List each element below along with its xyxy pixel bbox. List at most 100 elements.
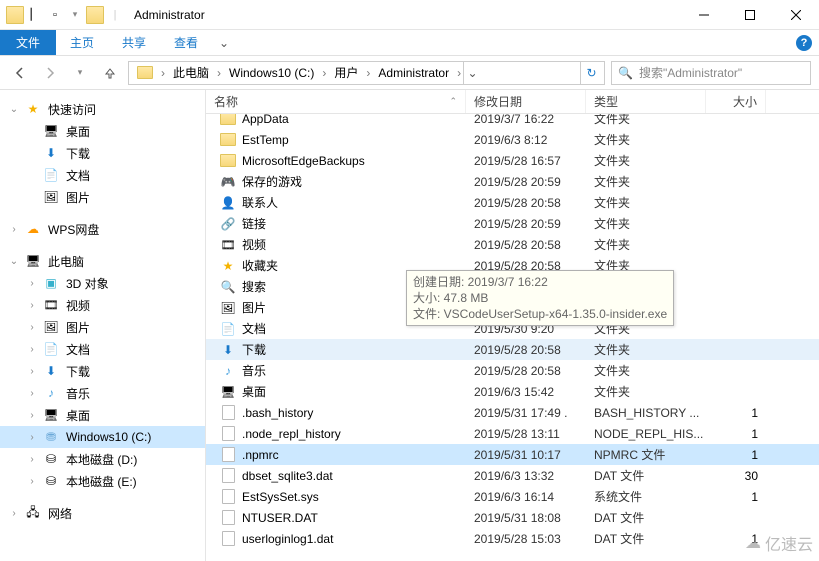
qat-chevron-down-icon[interactable]: ▾ xyxy=(66,6,84,24)
tree-videos[interactable]: ›🎞视频 xyxy=(0,294,205,316)
back-button[interactable] xyxy=(8,61,32,85)
navigation-tree[interactable]: ⌄★快速访问 🖥桌面 ⬇下载 📄文档 🖼图片 ›☁WPS网盘 ⌄🖥此电脑 ›▣3… xyxy=(0,90,206,561)
file-date: 2019/5/31 10:17 xyxy=(466,448,586,462)
file-row[interactable]: dbset_sqlite3.dat2019/6/3 13:32DAT 文件30 xyxy=(206,465,819,486)
recent-locations-button[interactable]: ▾ xyxy=(68,61,92,85)
refresh-button[interactable]: ↻ xyxy=(580,62,602,84)
saved-games-icon: 🎮 xyxy=(220,174,236,190)
file-row[interactable]: 🔗链接2019/5/28 20:59文件夹 xyxy=(206,213,819,234)
disk-icon: ⛃ xyxy=(42,430,60,444)
pictures-icon: 🖼 xyxy=(42,320,60,334)
desktop-icon: 🖥 xyxy=(42,124,60,138)
tree-documents[interactable]: 📄文档 xyxy=(0,164,205,186)
tree-quick-access[interactable]: ⌄★快速访问 xyxy=(0,98,205,120)
file-icon xyxy=(220,531,236,547)
search-folder-icon: 🔍 xyxy=(220,279,236,295)
disk-icon: ⛁ xyxy=(42,452,60,466)
tab-view[interactable]: 查看 xyxy=(160,30,212,55)
tree-3d[interactable]: ›▣3D 对象 xyxy=(0,272,205,294)
tree-docs2[interactable]: ›📄文档 xyxy=(0,338,205,360)
video-icon: 🎞 xyxy=(42,298,60,312)
file-row[interactable]: ♪音乐2019/5/28 20:58文件夹 xyxy=(206,360,819,381)
tree-dl2[interactable]: ›⬇下载 xyxy=(0,360,205,382)
file-row[interactable]: 👤联系人2019/5/28 20:58文件夹 xyxy=(206,192,819,213)
tree-drive-e[interactable]: ›⛁本地磁盘 (E:) xyxy=(0,470,205,492)
crumb-users[interactable]: 用户 xyxy=(328,62,364,84)
tree-desktop[interactable]: 🖥桌面 xyxy=(0,120,205,142)
file-row[interactable]: .bash_history2019/5/31 17:49 .BASH_HISTO… xyxy=(206,402,819,423)
file-date: 2019/5/28 16:57 xyxy=(466,154,586,168)
tree-desktop2[interactable]: ›🖥桌面 xyxy=(0,404,205,426)
tab-share[interactable]: 共享 xyxy=(108,30,160,55)
file-date: 2019/5/28 20:58 xyxy=(466,238,586,252)
links-icon: 🔗 xyxy=(220,216,236,232)
chevron-right-icon[interactable]: › xyxy=(215,66,223,80)
minimize-button[interactable] xyxy=(681,0,727,30)
tab-home[interactable]: 主页 xyxy=(56,30,108,55)
file-row[interactable]: MicrosoftEdgeBackups2019/5/28 16:57文件夹 xyxy=(206,150,819,171)
file-row[interactable]: ⬇下载2019/5/28 20:58文件夹 xyxy=(206,339,819,360)
col-name[interactable]: 名称⌃ xyxy=(206,90,466,113)
tree-wps[interactable]: ›☁WPS网盘 xyxy=(0,218,205,240)
file-row[interactable]: EstSysSet.sys2019/6/3 16:14系统文件1 xyxy=(206,486,819,507)
file-type: 文件夹 xyxy=(586,341,706,358)
cloud-icon: ☁ xyxy=(24,222,42,236)
file-row[interactable]: 🎮保存的游戏2019/5/28 20:59文件夹 xyxy=(206,171,819,192)
tree-pictures2[interactable]: ›🖼图片 xyxy=(0,316,205,338)
disk-icon: ⛁ xyxy=(42,474,60,488)
file-row[interactable]: EstTemp2019/6/3 8:12文件夹 xyxy=(206,129,819,150)
pc-icon: 🖥 xyxy=(24,254,42,268)
file-type: NPMRC 文件 xyxy=(586,446,706,463)
file-row[interactable]: .npmrc2019/5/31 10:17NPMRC 文件1 xyxy=(206,444,819,465)
up-button[interactable] xyxy=(98,61,122,85)
crumb-admin[interactable]: Administrator xyxy=(372,62,455,84)
file-type: 文件夹 xyxy=(586,215,706,232)
maximize-button[interactable] xyxy=(727,0,773,30)
file-row[interactable]: 🎞视频2019/5/28 20:58文件夹 xyxy=(206,234,819,255)
file-name: .bash_history xyxy=(242,406,313,420)
documents-icon: 📄 xyxy=(42,342,60,356)
chevron-right-icon[interactable]: › xyxy=(159,66,167,80)
file-row[interactable]: 🖥桌面2019/6/3 15:42文件夹 xyxy=(206,381,819,402)
column-headers[interactable]: 名称⌃ 修改日期 类型 大小 xyxy=(206,90,819,114)
file-name: userloginlog1.dat xyxy=(242,532,333,546)
file-tab[interactable]: 文件 xyxy=(0,30,56,55)
chevron-right-icon[interactable]: › xyxy=(455,66,463,80)
tree-drive-d[interactable]: ›⛁本地磁盘 (D:) xyxy=(0,448,205,470)
file-icon xyxy=(220,489,236,505)
crumb-pc[interactable]: 此电脑 xyxy=(167,62,215,84)
col-size[interactable]: 大小 xyxy=(706,90,766,113)
watermark: ☁亿速云 xyxy=(745,531,813,555)
file-icon xyxy=(220,468,236,484)
col-date[interactable]: 修改日期 xyxy=(466,90,586,113)
search-input[interactable]: 🔍 搜索"Administrator" xyxy=(611,61,811,85)
breadcrumb[interactable]: › 此电脑 › Windows10 (C:) › 用户 › Administra… xyxy=(128,61,605,85)
crumb-drive[interactable]: Windows10 (C:) xyxy=(223,62,320,84)
file-icon xyxy=(220,405,236,421)
file-name: .node_repl_history xyxy=(242,427,341,441)
tree-network[interactable]: ›🖧网络 xyxy=(0,502,205,524)
file-date: 2019/5/28 20:59 xyxy=(466,217,586,231)
address-dropdown-button[interactable]: ⌄ xyxy=(463,62,481,84)
qat-properties-icon[interactable]: ▫ xyxy=(46,6,64,24)
file-row[interactable]: userloginlog1.dat2019/5/28 15:03DAT 文件1 xyxy=(206,528,819,549)
tree-this-pc[interactable]: ⌄🖥此电脑 xyxy=(0,250,205,272)
tree-pictures[interactable]: 🖼图片 xyxy=(0,186,205,208)
col-type[interactable]: 类型 xyxy=(586,90,706,113)
file-name: 图片 xyxy=(242,299,266,316)
file-date: 2019/5/28 20:58 xyxy=(466,343,586,357)
close-button[interactable] xyxy=(773,0,819,30)
file-row[interactable]: NTUSER.DAT2019/5/31 18:08DAT 文件 xyxy=(206,507,819,528)
help-button[interactable]: ? xyxy=(789,30,819,55)
tree-music[interactable]: ›♪音乐 xyxy=(0,382,205,404)
chevron-right-icon[interactable]: › xyxy=(364,66,372,80)
star-icon: ★ xyxy=(24,102,42,116)
downloads-icon: ⬇ xyxy=(220,342,236,358)
tree-downloads[interactable]: ⬇下载 xyxy=(0,142,205,164)
forward-button[interactable] xyxy=(38,61,62,85)
file-row[interactable]: AppData2019/3/7 16:22文件夹 xyxy=(206,114,819,129)
tree-drive-c[interactable]: ›⛃Windows10 (C:) xyxy=(0,426,205,448)
chevron-right-icon[interactable]: › xyxy=(320,66,328,80)
file-row[interactable]: .node_repl_history2019/5/28 13:11NODE_RE… xyxy=(206,423,819,444)
ribbon-expand-icon[interactable]: ⌄ xyxy=(212,30,236,55)
